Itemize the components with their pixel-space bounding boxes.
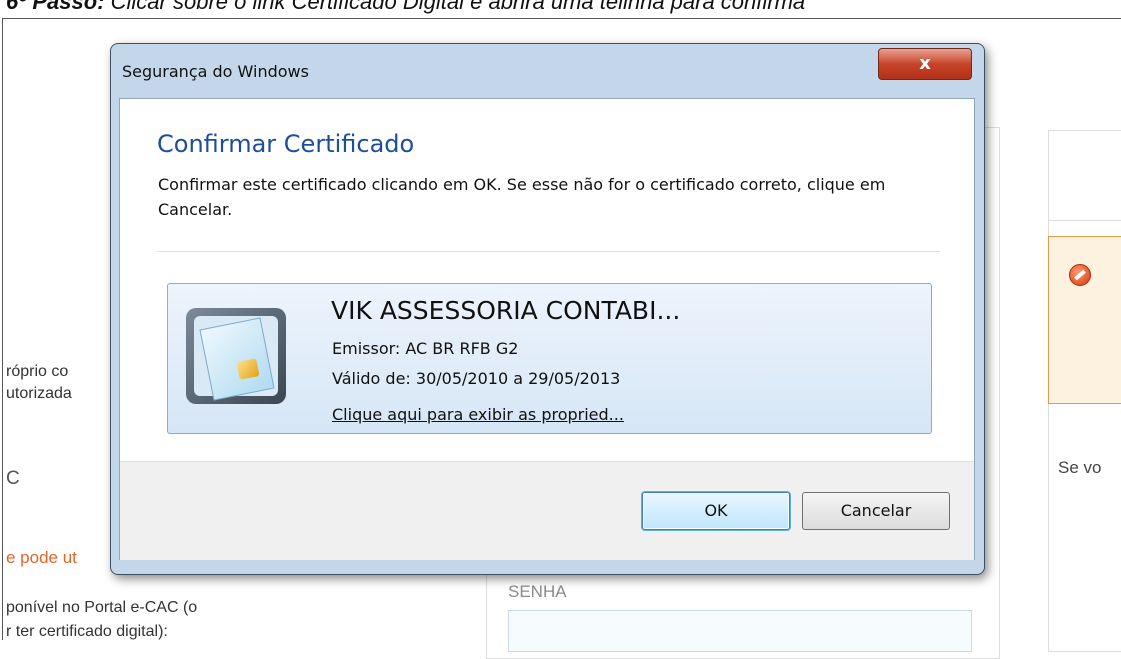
left-text-2: utorizada — [6, 385, 72, 402]
dialog-title: Segurança do Windows — [122, 62, 309, 81]
smart-card-icon — [186, 308, 286, 404]
stop-icon — [1069, 264, 1091, 286]
left-text-4: r ter certificado digital): — [6, 623, 168, 640]
left-orange-text: e pode ut — [6, 548, 77, 567]
warning-box — [1048, 236, 1121, 404]
certificate-validity: Válido de: 30/05/2010 a 29/05/2013 — [332, 369, 621, 388]
left-text-3: ponível no Portal e-CAC (o — [6, 599, 198, 616]
dialog-description: Confirmar este certificado clicando em O… — [158, 175, 886, 219]
certificate-name: VIK ASSESSORIA CONTABI... — [331, 296, 681, 325]
close-icon: x — [919, 53, 931, 74]
close-button[interactable]: x — [878, 48, 972, 80]
senha-input[interactable] — [508, 610, 972, 652]
senha-label: SENHA — [508, 582, 567, 601]
separator — [157, 251, 940, 252]
dialog-heading: Confirmar Certificado — [157, 130, 415, 158]
cancel-button[interactable]: Cancelar — [802, 492, 950, 530]
right-divider — [1048, 220, 1121, 221]
ok-button[interactable]: OK — [642, 492, 790, 530]
certificate-properties-link[interactable]: Clique aqui para exibir as propried... — [332, 405, 624, 424]
left-c: C — [6, 468, 20, 489]
instruction-text: 6º Passo: Clicar sobre o link Certificad… — [6, 0, 806, 14]
right-text: Se vo — [1058, 458, 1102, 477]
certificate-issuer: Emissor: AC BR RFB G2 — [332, 339, 519, 358]
left-text-1: róprio co — [6, 363, 69, 380]
